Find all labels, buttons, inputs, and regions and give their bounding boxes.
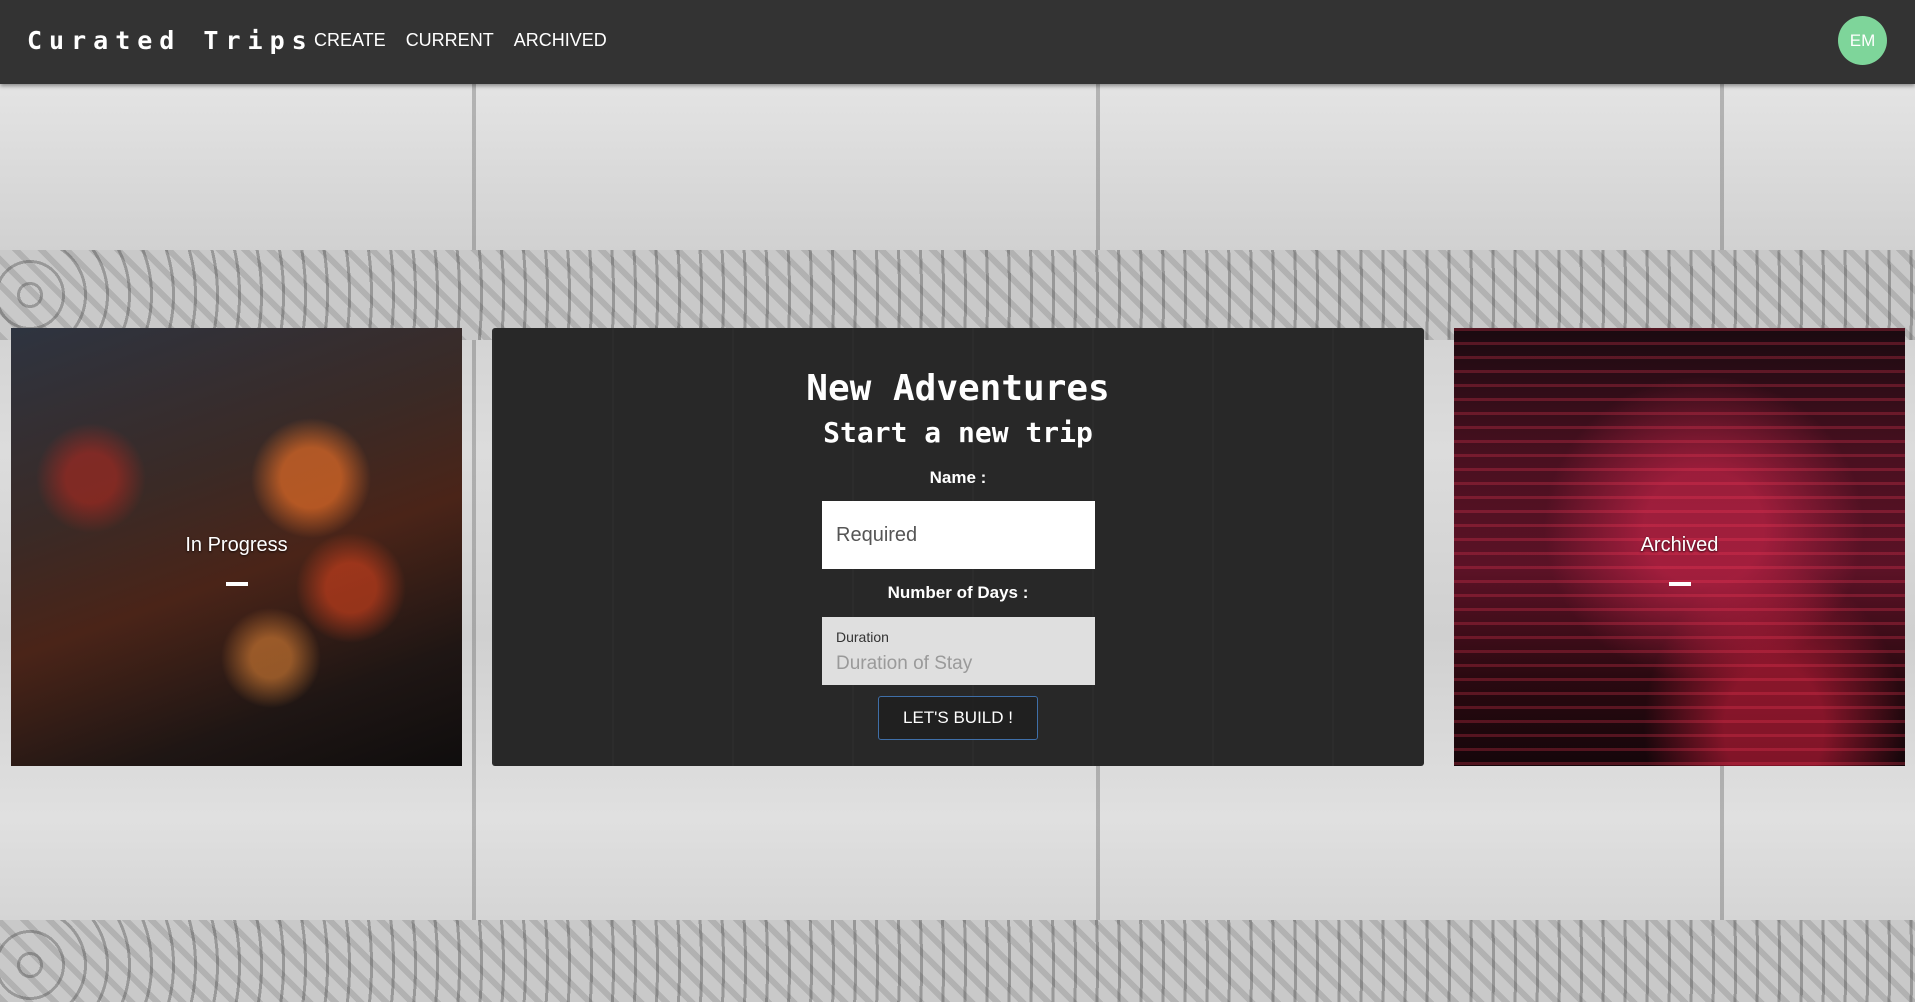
in-progress-title: In Progress <box>185 534 288 556</box>
lets-build-button[interactable]: LET'S BUILD ! <box>878 696 1038 740</box>
user-avatar[interactable]: EM <box>1838 16 1887 65</box>
duration-field-label: Duration <box>836 629 889 645</box>
archived-title: Archived <box>1640 534 1719 556</box>
nav-link-current[interactable]: CURRENT <box>406 30 494 51</box>
brand-logo[interactable]: Curated Trips <box>27 26 314 55</box>
duration-input[interactable] <box>822 647 1095 681</box>
top-navbar: Curated Trips CREATE CURRENT ARCHIVED EM <box>0 0 1915 84</box>
days-label: Number of Days : <box>887 583 1029 602</box>
name-label: Name : <box>929 468 987 487</box>
card-divider <box>1668 582 1691 586</box>
form-subtitle: Start a new trip <box>823 416 1093 449</box>
nav-link-archived[interactable]: ARCHIVED <box>514 30 607 51</box>
trip-name-input[interactable] <box>822 501 1095 569</box>
new-trip-card: New Adventures Start a new trip Name : N… <box>492 328 1424 766</box>
background-mural <box>0 920 1915 1002</box>
duration-field[interactable]: Duration <box>822 617 1095 685</box>
nav-links: CREATE CURRENT ARCHIVED <box>314 30 607 51</box>
archived-card[interactable]: Archived <box>1454 328 1905 766</box>
nav-link-create[interactable]: CREATE <box>314 30 386 51</box>
background-mural <box>0 250 1915 340</box>
card-divider <box>225 582 248 586</box>
in-progress-card[interactable]: In Progress <box>11 328 462 766</box>
form-title: New Adventures <box>806 368 1110 409</box>
